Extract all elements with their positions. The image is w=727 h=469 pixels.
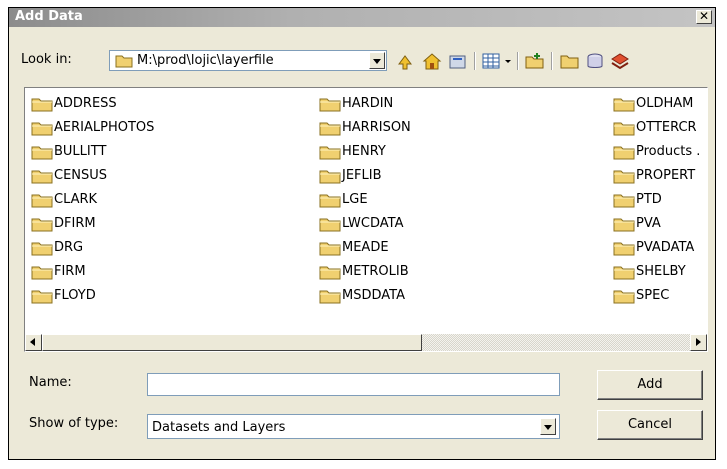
catalog-icon	[449, 55, 466, 69]
toolbar-separator	[517, 52, 519, 70]
folder-name: MEADE	[342, 240, 389, 255]
horizontal-scrollbar[interactable]	[25, 334, 707, 351]
folder-icon	[31, 98, 53, 112]
new-folder-button[interactable]	[559, 50, 581, 72]
folder-name: PVADATA	[636, 240, 695, 255]
folder-icon	[613, 146, 635, 160]
toolbar-separator	[551, 52, 553, 70]
folder-icon	[31, 218, 53, 232]
new-layer-button[interactable]	[609, 50, 631, 72]
folder-name: LWCDATA	[342, 216, 404, 231]
window-title: Add Data	[15, 9, 83, 24]
cancel-button[interactable]: Cancel	[597, 410, 703, 440]
folder-icon	[319, 98, 341, 112]
name-input[interactable]	[147, 373, 560, 396]
folder-name: OLDHAM	[636, 96, 694, 111]
folder-name: AERIALPHOTOS	[54, 120, 155, 135]
scrollbar-thumb[interactable]	[42, 334, 422, 351]
title-bar[interactable]: Add Data ✕	[9, 8, 715, 27]
folder-name: SHELBY	[636, 264, 686, 279]
toolbar-separator	[474, 52, 476, 70]
folder-icon	[613, 98, 635, 112]
file-list[interactable]: ADDRESS AERIALPHOTOS BULLITT CENSUS CLAR…	[24, 87, 708, 352]
folder-name: OTTERCR	[636, 120, 697, 135]
view-menu-button[interactable]	[481, 50, 513, 72]
folder-name: CENSUS	[54, 168, 108, 183]
folder-name: HARDIN	[342, 96, 394, 111]
look-in-dropdown[interactable]: M:\prod\lojic\layerfile	[109, 50, 387, 71]
connect-folder-button[interactable]	[524, 50, 546, 72]
folder-icon	[319, 266, 341, 280]
catalog-button[interactable]	[447, 50, 469, 72]
folder-icon	[613, 170, 635, 184]
home-icon	[422, 53, 442, 70]
show-of-type-value: Datasets and Layers	[152, 420, 286, 435]
up-one-level-icon	[398, 55, 412, 70]
folder-name: CLARK	[54, 192, 98, 207]
folder-name: HARRISON	[342, 120, 411, 135]
folder-icon	[319, 170, 341, 184]
show-of-type-dropdown-arrow[interactable]	[540, 418, 556, 435]
folder-name: PROPERT	[636, 168, 696, 183]
folder-icon	[319, 122, 341, 136]
folder-icon	[613, 266, 635, 280]
name-label: Name:	[29, 375, 72, 390]
folder-icon	[31, 290, 53, 304]
home-button[interactable]	[421, 50, 443, 72]
folder-icon	[319, 218, 341, 232]
folder-icon	[31, 194, 53, 208]
folder-name: MSDDATA	[342, 288, 405, 303]
folder-name: SPEC	[636, 288, 670, 303]
scroll-left-button[interactable]	[25, 334, 42, 351]
folder-icon	[613, 290, 635, 304]
folder-name: PVA	[636, 216, 661, 231]
show-of-type-dropdown[interactable]: Datasets and Layers	[147, 414, 560, 439]
folder-icon	[613, 194, 635, 208]
folder-icon	[31, 122, 53, 136]
new-layer-icon	[611, 53, 629, 70]
look-in-path: M:\prod\lojic\layerfile	[137, 53, 274, 68]
look-in-dropdown-arrow[interactable]	[369, 52, 385, 69]
folder-icon	[31, 266, 53, 280]
view-menu-icon	[482, 53, 511, 69]
folder-icon	[613, 122, 635, 136]
show-of-type-label: Show of type:	[29, 416, 119, 431]
folder-icon	[319, 290, 341, 304]
folder-name: JEFLIB	[342, 168, 382, 183]
folder-name: LGE	[342, 192, 368, 207]
folder-name: FLOYD	[54, 288, 96, 303]
add-button[interactable]: Add	[597, 370, 703, 400]
folder-icon	[31, 170, 53, 184]
close-button[interactable]: ✕	[696, 10, 712, 24]
folder-name: PTD	[636, 192, 662, 207]
new-geodatabase-icon	[587, 53, 603, 68]
folder-icon	[319, 242, 341, 256]
scroll-right-button[interactable]	[690, 334, 707, 351]
folder-icon	[319, 146, 341, 160]
folder-name: BULLITT	[54, 144, 107, 159]
folder-name: METROLIB	[342, 264, 409, 279]
folder-icon	[31, 242, 53, 256]
folder-name: Products .	[636, 144, 701, 159]
folder-name: HENRY	[342, 144, 386, 159]
folder-icon	[613, 242, 635, 256]
folder-icon	[613, 218, 635, 232]
add-data-dialog: Add Data ✕ Look in: M:\prod\lojic\layerf…	[8, 7, 716, 460]
folder-name: DFIRM	[54, 216, 96, 231]
new-folder-icon	[560, 55, 579, 69]
folder-name: DRG	[54, 240, 84, 255]
folder-icon	[31, 146, 53, 160]
folder-name: ADDRESS	[54, 96, 117, 111]
folder-name: FIRM	[54, 264, 86, 279]
folder-icon	[319, 194, 341, 208]
new-geodatabase-button[interactable]	[584, 50, 606, 72]
folder-icon	[115, 55, 133, 68]
connect-folder-icon	[525, 53, 544, 69]
look-in-label: Look in:	[21, 52, 72, 67]
up-one-level-button[interactable]	[395, 50, 417, 72]
